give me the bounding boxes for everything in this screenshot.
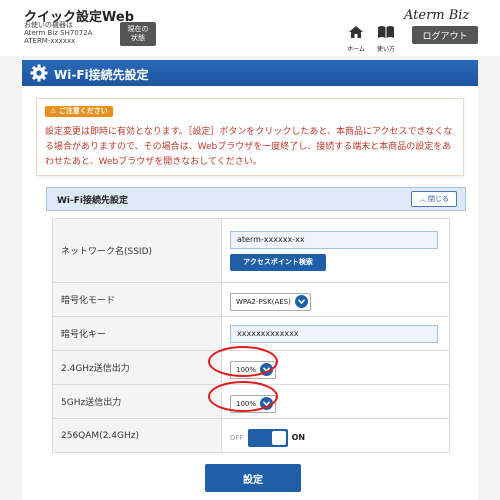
device-info: お使いの機器は Aterm Biz SH7072A ATERM-xxxxxx xyxy=(24,21,92,45)
save-button[interactable]: 設定 xyxy=(205,464,301,492)
qam-label: 256QAM(2.4GHz) xyxy=(52,418,222,453)
encryption-row: 暗号化モード WPA2-PSK(AES) xyxy=(52,282,450,317)
manual-link[interactable]: 使い方 xyxy=(374,24,398,53)
power5-row: 5GHz送信出力 100% xyxy=(52,384,450,419)
power5-select[interactable]: 100% xyxy=(230,394,277,413)
book-icon xyxy=(378,26,394,38)
power24-label: 2.4GHz送信出力 xyxy=(52,350,222,385)
chevron-down-icon xyxy=(260,363,274,376)
chevron-down-icon xyxy=(260,397,274,410)
chevron-down-icon xyxy=(294,295,308,308)
power24-select-value: 100% xyxy=(236,365,257,374)
home-link[interactable]: ホーム xyxy=(345,24,367,53)
qam-row: 256QAM(2.4GHz) OFF ON xyxy=(52,418,450,453)
ssid-row: ネットワーク名(SSID) aterm-xxxxxx-xx アクセスポイント検索 xyxy=(52,218,450,283)
logout-button[interactable]: ログアウト xyxy=(412,26,478,44)
power24-value-cell: 100% xyxy=(221,350,450,385)
access-point-search-button[interactable]: アクセスポイント検索 xyxy=(230,253,326,271)
device-info-line: お使いの機器は xyxy=(24,21,73,29)
home-icon xyxy=(349,26,363,38)
home-label: ホーム xyxy=(347,46,365,53)
device-id: ATERM-xxxxxx xyxy=(24,37,76,45)
qam-value-cell: OFF ON xyxy=(221,418,450,453)
status-button-line2: 状態 xyxy=(131,34,145,42)
encryption-select[interactable]: WPA2-PSK(AES) xyxy=(230,292,311,311)
chevron-up-icon: ︿ xyxy=(419,195,426,203)
notice-text: 設定変更は即時に有効となります。［設定］ボタンをクリックしたあと、本商品にアクセ… xyxy=(45,127,453,167)
gear-icon xyxy=(30,64,48,82)
section-header: Wi-Fi接続先設定 ︿ 閉じる xyxy=(46,187,466,211)
notice-box: ⚠ ご注意ください 設定変更は即時に有効となります。［設定］ボタンをクリックした… xyxy=(36,98,464,176)
page-header: Wi-Fi接続先設定 xyxy=(22,60,478,86)
key-label: 暗号化キー xyxy=(52,316,222,351)
power5-select-value: 100% xyxy=(236,399,257,408)
ssid-label: ネットワーク名(SSID) xyxy=(52,218,222,283)
power5-label: 5GHz送信出力 xyxy=(52,384,222,419)
brand-logo: Aterm Biz xyxy=(404,8,470,23)
qam-toggle-knob xyxy=(271,430,286,445)
encryption-value-cell: WPA2-PSK(AES) xyxy=(221,282,450,317)
warning-icon: ⚠ xyxy=(50,107,57,115)
qam-on-label: ON xyxy=(291,433,306,442)
page-title: Wi-Fi接続先設定 xyxy=(54,68,149,82)
collapse-label: 閉じる xyxy=(428,195,449,203)
current-status-button[interactable]: 現在の 状態 xyxy=(120,22,156,46)
power24-select[interactable]: 100% xyxy=(230,360,277,379)
encryption-label: 暗号化モード xyxy=(52,282,222,317)
qam-toggle-track xyxy=(247,428,288,447)
section-title: Wi-Fi接続先設定 xyxy=(57,196,128,206)
notice-badge: ⚠ ご注意ください xyxy=(45,106,113,117)
collapse-button[interactable]: ︿ 閉じる xyxy=(411,191,457,207)
key-row: 暗号化キー xxxxxxxxxxxxx xyxy=(52,316,450,351)
encryption-select-value: WPA2-PSK(AES) xyxy=(236,297,291,306)
ssid-value-cell: aterm-xxxxxx-xx アクセスポイント検索 xyxy=(221,218,450,283)
manual-label: 使い方 xyxy=(376,46,395,53)
qam-toggle[interactable]: OFF ON xyxy=(230,428,306,447)
ssid-input[interactable]: aterm-xxxxxx-xx xyxy=(230,230,438,249)
notice-badge-label: ご注意ください xyxy=(58,107,108,115)
device-model: Aterm Biz SH7072A xyxy=(24,29,93,37)
status-button-line1: 現在の xyxy=(127,25,149,33)
power24-row: 2.4GHz送信出力 100% xyxy=(52,350,450,385)
top-bar: クイック設定Web お使いの機器は Aterm Biz SH7072A ATER… xyxy=(0,0,500,56)
key-input[interactable]: xxxxxxxxxxxxx xyxy=(230,324,438,343)
key-value-cell: xxxxxxxxxxxxx xyxy=(221,316,450,351)
power5-value-cell: 100% xyxy=(221,384,450,419)
qam-off-label: OFF xyxy=(230,433,244,442)
settings-table: ネットワーク名(SSID) aterm-xxxxxx-xx アクセスポイント検索… xyxy=(52,218,450,453)
